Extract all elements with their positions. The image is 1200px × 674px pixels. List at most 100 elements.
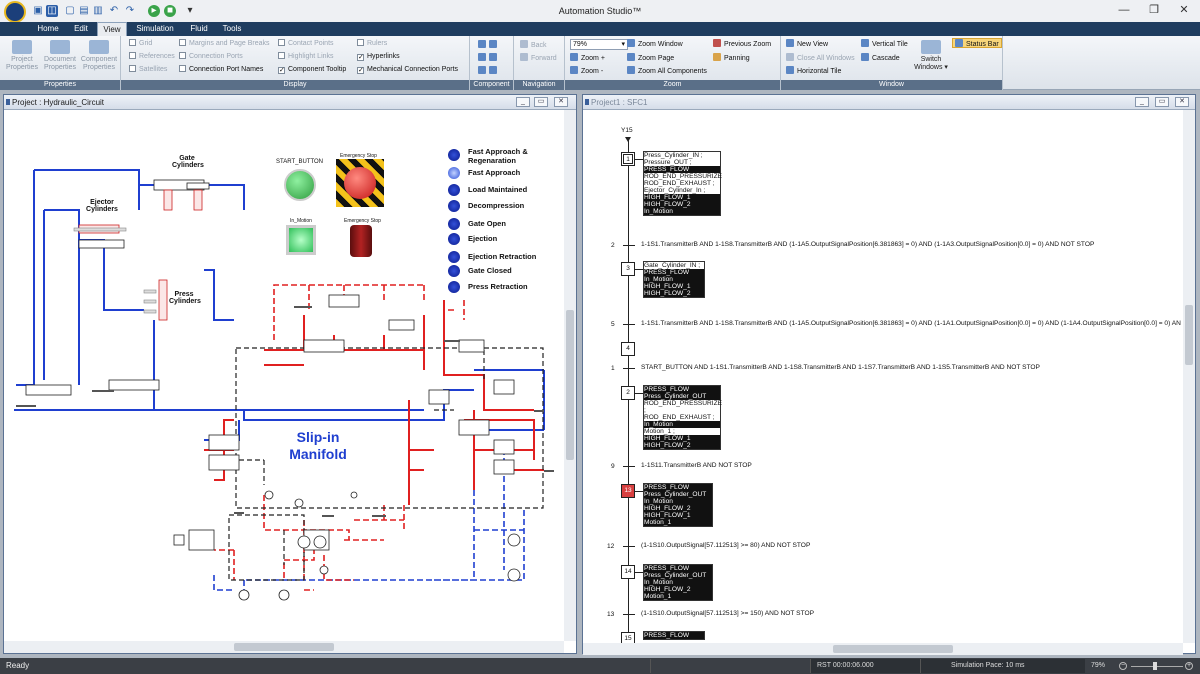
document-properties-button[interactable]: Document Properties [41, 40, 79, 72]
transition-bar[interactable] [623, 324, 635, 325]
zoom-slider-thumb[interactable] [1153, 662, 1157, 670]
window-close-button[interactable]: ✕ [1175, 97, 1189, 107]
start-button[interactable] [284, 169, 316, 201]
zoom-out-button[interactable]: Zoom - [570, 66, 603, 76]
action-line-active: HIGH_FLOW_2 [644, 290, 704, 297]
zoom-all-button[interactable]: Zoom All Components [627, 66, 707, 76]
horizontal-tile-button[interactable]: Horizontal Tile [786, 66, 841, 76]
window-header: Project : Hydraulic_Circuit _ ▭ ✕ [4, 95, 576, 110]
contact-points-checkbox[interactable]: Contact Points [278, 39, 334, 49]
component-rotate-icon[interactable] [478, 53, 500, 63]
sfc-step[interactable]: 1 [621, 152, 635, 166]
indicator-lamp-icon [448, 149, 460, 161]
sfc-step[interactable]: 15 [621, 632, 635, 643]
panning-button[interactable]: Panning [713, 53, 750, 63]
connection-port-names-checkbox[interactable]: Connection Port Names [179, 65, 263, 75]
action-line-active: Press_Cylinder_OUT [644, 491, 712, 498]
vertical-scrollbar[interactable] [564, 110, 576, 641]
mechanical-ports-checkbox[interactable]: ✓ Mechanical Connection Ports [357, 65, 458, 75]
scroll-thumb[interactable] [1185, 305, 1193, 365]
action-line-active: HIGH_FLOW_1 [644, 435, 720, 442]
back-button[interactable]: Back [520, 40, 547, 50]
transition-condition: (1-1S10.OutputSignal[57.112513] >= 150) … [641, 610, 815, 617]
emergency-stop-button[interactable] [336, 159, 384, 207]
transition-bar[interactable] [623, 368, 635, 369]
tab-tools[interactable]: Tools [216, 22, 248, 36]
transition-bar[interactable] [623, 245, 635, 246]
component-align-icon[interactable] [478, 40, 500, 50]
horizontal-scrollbar[interactable] [583, 643, 1183, 655]
grid-checkbox[interactable]: Grid [129, 39, 152, 49]
tab-home[interactable]: Home [30, 22, 66, 36]
zoom-level-select[interactable]: 79% ▾ [570, 39, 628, 50]
transition-bar[interactable] [623, 466, 635, 467]
zoom-out-icon[interactable]: − [1119, 662, 1127, 670]
action-line-active: Press_Cylinder_OUT [644, 572, 712, 579]
indicator-lamp-icon [448, 184, 460, 196]
tab-edit[interactable]: Edit [66, 22, 96, 36]
transition-bar[interactable] [623, 546, 635, 547]
window-close-button[interactable]: ✕ [554, 97, 568, 107]
indicator-lamp-icon [448, 218, 460, 230]
step-actions: PRESS_FLOW Press_Cylinder_OUT In_Motion … [643, 483, 713, 527]
sfc-step[interactable]: 14 [621, 565, 635, 579]
window-minimize-button[interactable]: _ [516, 97, 530, 107]
sfc-step[interactable]: 3 [621, 262, 635, 276]
scroll-thumb[interactable] [234, 643, 334, 651]
component-properties-button[interactable]: Component Properties [80, 40, 118, 72]
step-actions: Gate_Cylinder_IN ; PRESS_FLOW In_Motion … [643, 261, 705, 298]
tab-simulation[interactable]: Simulation [131, 22, 179, 36]
vertical-scrollbar[interactable] [1183, 110, 1195, 643]
minimize-button[interactable]: — [1116, 3, 1132, 17]
close-button[interactable]: ✕ [1176, 3, 1192, 17]
zoom-slider[interactable] [1131, 666, 1183, 667]
tab-view[interactable]: View [97, 22, 127, 36]
action-line: Gate_Cylinder_IN ; [644, 262, 701, 269]
previous-zoom-button[interactable]: Previous Zoom [713, 39, 771, 49]
horizontal-scrollbar[interactable] [4, 641, 564, 653]
slip-in-manifold-label: Slip-in Manifold [289, 429, 347, 462]
transition-condition: 1-1S11.TransmitterB AND NOT STOP [641, 462, 752, 469]
chevron-down-icon: ▾ [621, 41, 625, 48]
sfc-step-active[interactable]: 13 [621, 484, 635, 498]
zoom-in-button[interactable]: Zoom + [570, 53, 605, 63]
project-properties-button[interactable]: Project Properties [4, 40, 40, 72]
vertical-tile-button[interactable]: Vertical Tile [861, 39, 908, 49]
window-title: Project : Hydraulic_Circuit [12, 98, 105, 107]
window-icon [585, 99, 589, 105]
zoom-page-button[interactable]: Zoom Page [627, 53, 674, 63]
action-line-active: HIGH_FLOW_2 [644, 586, 712, 593]
component-flip-icon[interactable] [478, 66, 500, 76]
restore-button[interactable]: ❐ [1146, 3, 1162, 17]
app-title: Automation Studio™ [558, 6, 642, 16]
switch-windows-button[interactable]: Switch Windows ▾ [913, 40, 949, 72]
connection-ports-checkbox[interactable]: Connection Ports [179, 52, 243, 62]
scroll-thumb[interactable] [833, 645, 953, 653]
sfc-step[interactable]: 4 [621, 342, 635, 356]
hyperlinks-checkbox[interactable]: ✓ Hyperlinks [357, 52, 400, 62]
indicator-label: Load Maintained [468, 185, 528, 194]
window-maximize-button[interactable]: ▭ [534, 97, 548, 107]
action-line: Motion_1 ; [644, 428, 675, 435]
window-maximize-button[interactable]: ▭ [1155, 97, 1169, 107]
scroll-thumb[interactable] [566, 310, 574, 460]
action-line: Ejector_Cylinder_In ; [644, 187, 706, 194]
status-bar-toggle[interactable]: Status Bar [952, 38, 1002, 48]
zoom-in-icon[interactable]: + [1185, 662, 1193, 670]
rulers-checkbox[interactable]: Rulers [357, 39, 387, 49]
new-view-button[interactable]: New View [786, 39, 828, 49]
transition-bar[interactable] [623, 614, 635, 615]
zoom-window-button[interactable]: Zoom Window [627, 39, 683, 49]
cascade-button[interactable]: Cascade [861, 53, 900, 63]
satellites-checkbox[interactable]: Satellites [129, 65, 167, 75]
action-line-active: PRESS_FLOW [644, 269, 704, 276]
component-tooltip-checkbox[interactable]: ✓ Component Tooltip [278, 65, 346, 75]
margins-checkbox[interactable]: Margins and Page Breaks [179, 39, 270, 49]
close-all-windows-button[interactable]: Close All Windows [786, 53, 855, 63]
tab-fluid[interactable]: Fluid [182, 22, 216, 36]
forward-button[interactable]: Forward [520, 53, 557, 63]
sfc-step[interactable]: 2 [621, 386, 635, 400]
highlight-links-checkbox[interactable]: Highlight Links [278, 52, 334, 62]
references-checkbox[interactable]: References [129, 52, 175, 62]
window-minimize-button[interactable]: _ [1135, 97, 1149, 107]
